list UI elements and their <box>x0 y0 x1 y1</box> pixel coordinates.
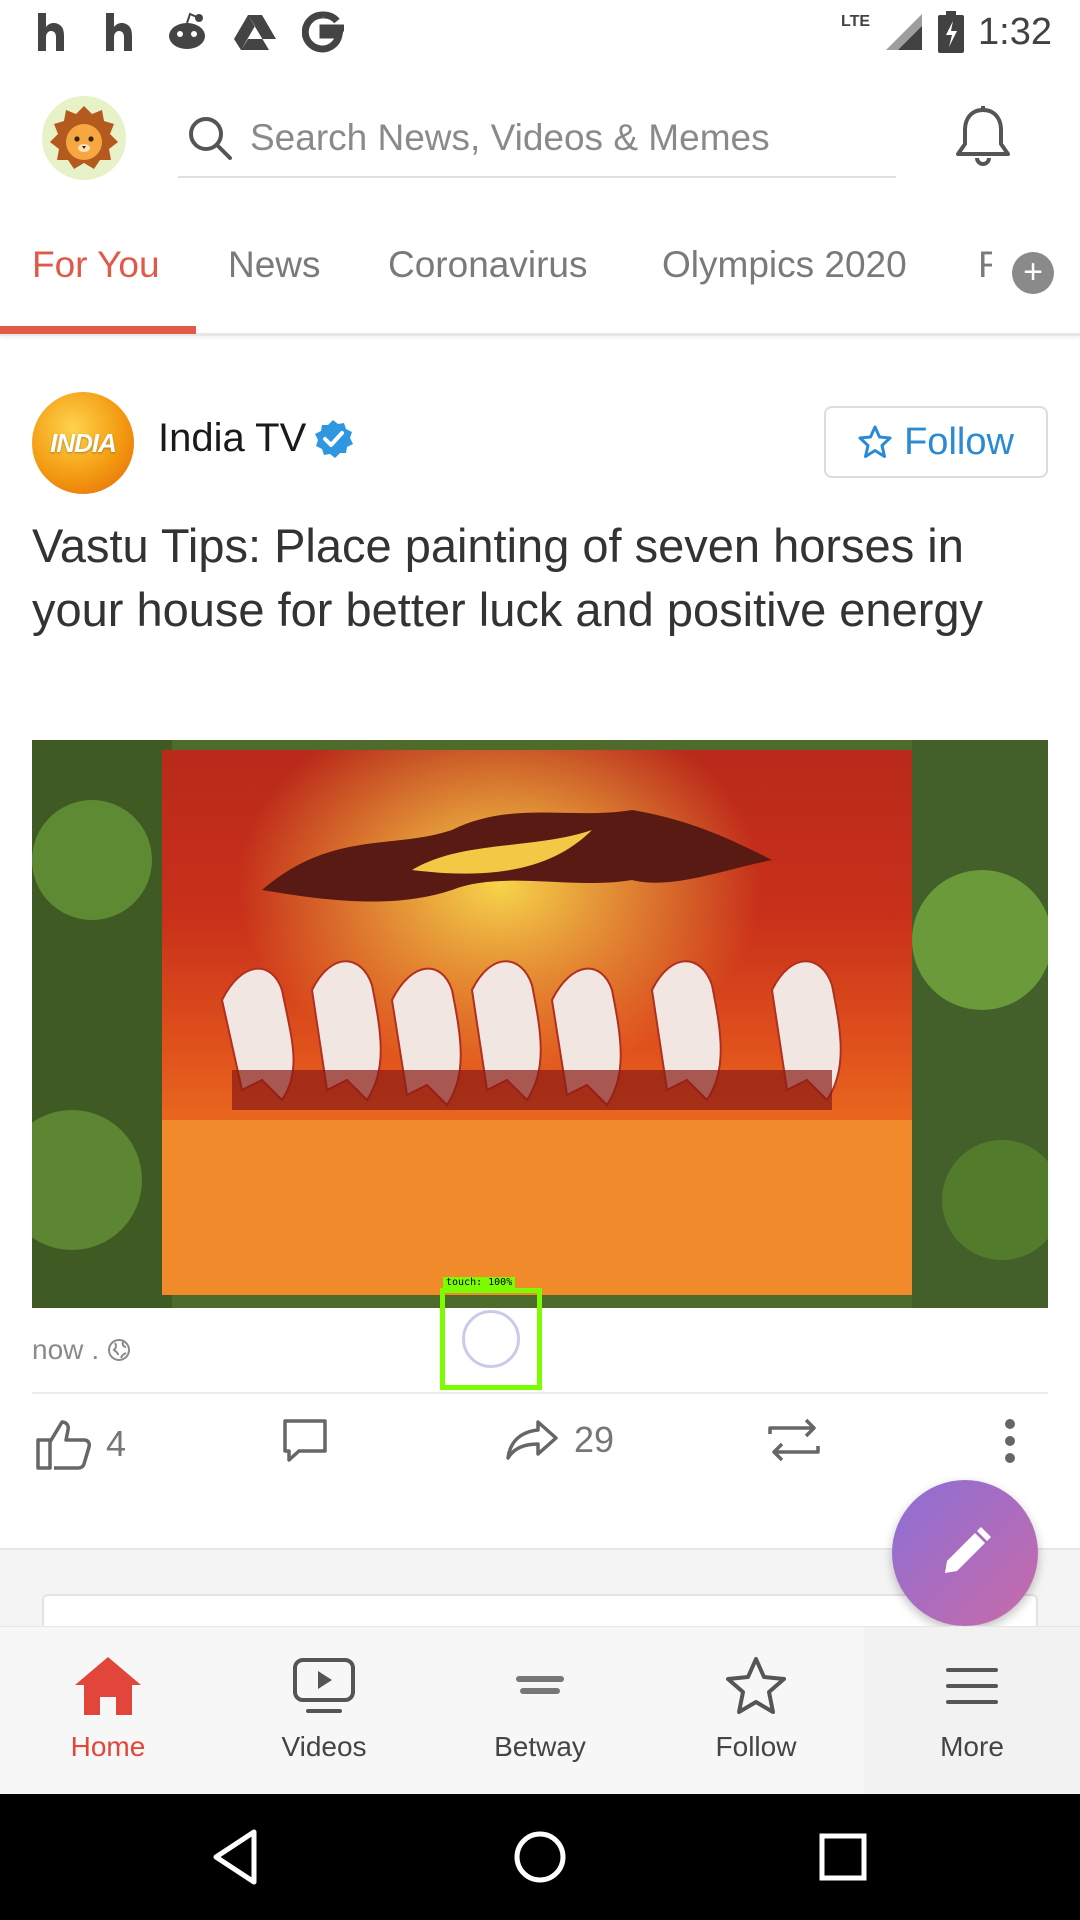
like-count: 4 <box>106 1423 127 1464</box>
thumbs-up-icon <box>36 1420 91 1470</box>
search-placeholder[interactable]: Search News, Videos & Memes <box>250 117 770 159</box>
nav-videos-label: Videos <box>281 1731 367 1762</box>
tab-olympics-2020[interactable]: Olympics 2020 <box>662 244 907 286</box>
nav-betway-label: Betway <box>494 1731 586 1762</box>
vertical-dots-icon <box>1005 1419 1015 1463</box>
battery-icon <box>938 11 965 53</box>
star-icon <box>726 1657 786 1714</box>
globe-icon <box>108 1339 131 1361</box>
post-divider <box>32 1392 1048 1394</box>
menu-icon <box>946 1668 998 1704</box>
tab-for-you[interactable]: For You <box>32 244 160 286</box>
repost-button[interactable] <box>762 1418 826 1462</box>
meta-separator: . <box>91 1334 100 1365</box>
nav-home[interactable]: Home <box>0 1627 216 1795</box>
post-header: INDIA India TV Follow <box>0 386 1080 496</box>
clock: 1:32 <box>978 10 1052 53</box>
comment-button[interactable] <box>282 1418 328 1462</box>
post-headline[interactable]: Vastu Tips: Place painting of seven hors… <box>32 514 1032 642</box>
network-type: LTE <box>841 13 871 30</box>
comment-icon <box>283 1419 327 1462</box>
nav-follow-label: Follow <box>715 1731 797 1762</box>
video-icon <box>293 1658 355 1713</box>
star-outline-icon <box>858 425 892 458</box>
pencil-icon <box>945 1527 991 1573</box>
follow-button-label: Follow <box>904 420 1014 463</box>
follow-button[interactable]: Follow <box>824 406 1048 478</box>
recents-icon[interactable] <box>808 1822 878 1892</box>
notification-icons <box>28 9 346 55</box>
notification-bell-icon[interactable] <box>952 104 1014 170</box>
h-app-icon <box>96 9 142 55</box>
system-navigation-bar <box>0 1794 1080 1920</box>
like-button[interactable]: 4 <box>34 1418 126 1470</box>
reddit-icon <box>164 9 210 55</box>
search-bar[interactable]: Search News, Videos & Memes <box>178 100 896 178</box>
tab-partial[interactable]: F <box>978 244 992 286</box>
tab-coronavirus[interactable]: Coronavirus <box>388 244 587 286</box>
home-circle-icon[interactable] <box>505 1822 575 1892</box>
nav-more-label: More <box>940 1731 1004 1762</box>
touch-overlay-label: touch: 100% <box>443 1277 516 1288</box>
publisher-logo-text: INDIA <box>50 427 117 458</box>
repost-icon <box>768 1418 820 1462</box>
verified-badge-icon <box>315 420 353 458</box>
share-count: 29 <box>574 1419 615 1460</box>
bottom-navigation: Home Videos Betway Follow More <box>0 1626 1080 1795</box>
post-time: now <box>32 1334 84 1365</box>
nav-follow[interactable]: Follow <box>648 1627 864 1795</box>
category-tabs: For You News Coronavirus Olympics 2020 F <box>0 214 1080 336</box>
publisher-name[interactable]: India TV <box>158 416 306 461</box>
back-icon[interactable] <box>202 1822 272 1892</box>
search-icon <box>189 117 232 160</box>
compose-fab[interactable] <box>892 1480 1038 1626</box>
profile-avatar[interactable] <box>42 96 126 180</box>
more-options-button[interactable] <box>1004 1418 1016 1464</box>
nav-betway[interactable]: Betway <box>432 1627 648 1795</box>
nav-home-label: Home <box>70 1731 146 1762</box>
betway-logo <box>516 1676 564 1694</box>
tab-news[interactable]: News <box>228 244 321 286</box>
app-header: Search News, Videos & Memes <box>0 64 1080 214</box>
drive-icon <box>232 9 278 55</box>
google-icon <box>300 9 346 55</box>
publisher-logo[interactable]: INDIA <box>32 392 134 494</box>
post-actions: 4 29 <box>0 1408 1080 1488</box>
share-arrow-icon <box>506 1420 558 1460</box>
share-button[interactable]: 29 <box>504 1418 614 1462</box>
post-image[interactable] <box>32 740 1048 1308</box>
status-bar: LTE 1:32 <box>0 0 1080 64</box>
signal-icon <box>886 14 923 50</box>
nav-more[interactable]: More <box>864 1627 1080 1795</box>
home-icon <box>75 1657 141 1715</box>
active-tab-indicator <box>0 326 196 334</box>
post-meta: now . <box>32 1334 131 1366</box>
touch-indicator-circle <box>462 1310 520 1368</box>
add-tab-icon[interactable]: + <box>1012 252 1054 294</box>
nav-videos[interactable]: Videos <box>216 1627 432 1795</box>
h-app-icon <box>28 9 74 55</box>
